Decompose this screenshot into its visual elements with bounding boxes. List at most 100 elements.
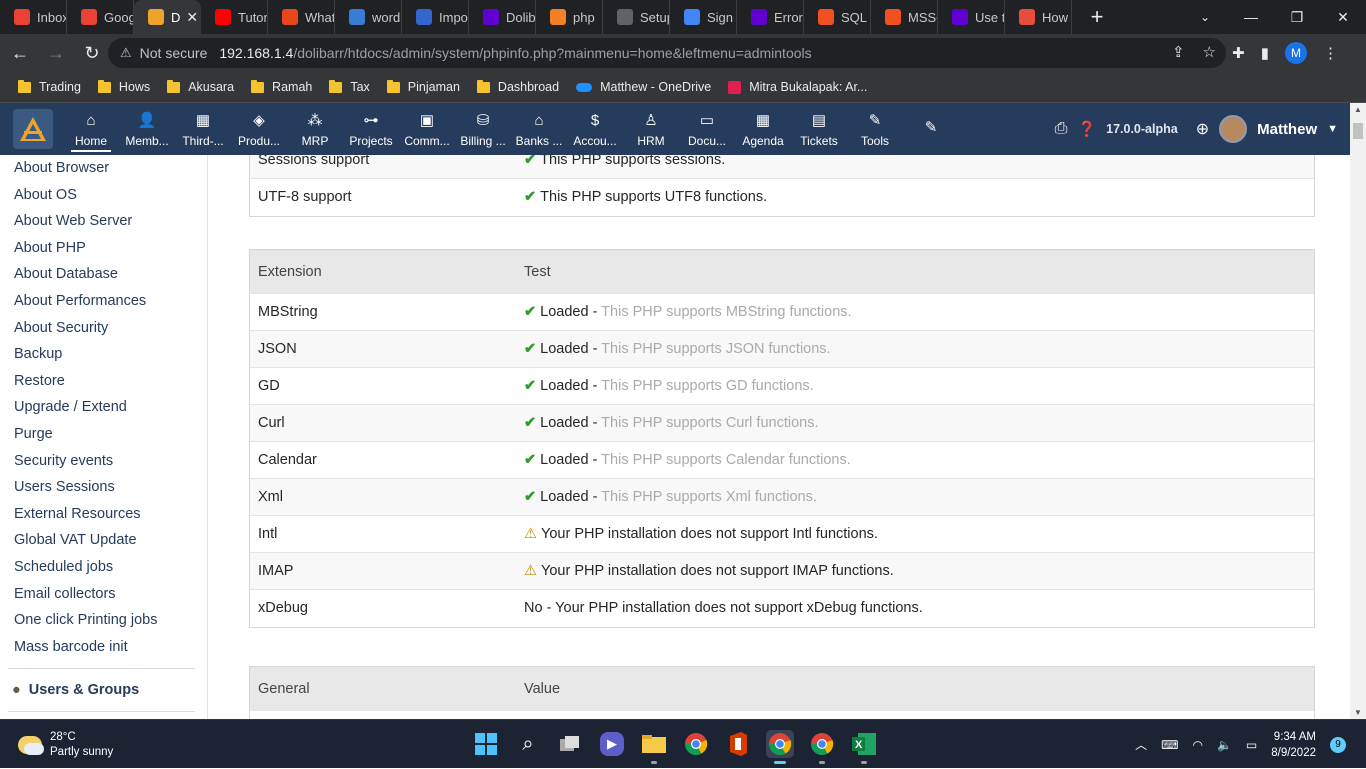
battery-icon[interactable]: ▭ xyxy=(1246,738,1257,752)
notification-badge[interactable]: 9 xyxy=(1330,736,1346,753)
scrollbar-thumb[interactable] xyxy=(1353,123,1363,139)
browser-tab[interactable]: Error xyxy=(737,0,804,34)
sidebar-item[interactable]: About Browser xyxy=(0,155,207,182)
sidebar-item[interactable]: About PHP xyxy=(0,235,207,262)
office-icon[interactable] xyxy=(724,730,752,758)
side-panel-icon[interactable]: ▮ xyxy=(1261,44,1269,62)
page-scrollbar[interactable]: ▲ ▼ xyxy=(1350,103,1366,719)
browser-menu-icon[interactable]: ⋮ xyxy=(1323,44,1338,62)
bookmark-item[interactable]: Dashbroad xyxy=(476,79,559,94)
chrome-profile-icon[interactable] xyxy=(808,730,836,764)
bookmark-item[interactable]: Ramah xyxy=(251,79,312,94)
sidebar-item[interactable]: Scheduled jobs xyxy=(0,554,207,581)
reload-button[interactable]: ↻ xyxy=(76,37,108,69)
bookmark-star-icon[interactable]: ☆ xyxy=(1203,43,1216,61)
user-avatar[interactable] xyxy=(1219,115,1248,143)
sidebar-item[interactable]: Users Sessions xyxy=(0,474,207,501)
sidebar-item[interactable]: Security events xyxy=(0,448,207,475)
extensions-puzzle-icon[interactable]: ✚ xyxy=(1232,44,1245,62)
sidebar-item[interactable]: About Security xyxy=(0,315,207,342)
chevron-down-icon[interactable]: ▼ xyxy=(1327,123,1338,135)
top-menu-item[interactable]: ◈ Produ... xyxy=(231,103,287,155)
tab-search-chevron-icon[interactable]: ⌄ xyxy=(1190,0,1220,34)
sidebar-item[interactable]: Restore xyxy=(0,368,207,395)
close-tab-icon[interactable]: ✕ xyxy=(186,9,198,26)
minimize-button[interactable]: — xyxy=(1228,0,1274,34)
browser-tab[interactable]: Inbox xyxy=(0,0,67,34)
sidebar-item[interactable]: Email collectors xyxy=(0,581,207,608)
browser-tab[interactable]: What xyxy=(268,0,335,34)
top-menu-item[interactable]: ✎ xyxy=(903,103,959,155)
sidebar-item[interactable]: About Performances xyxy=(0,288,207,315)
browser-tab[interactable]: SQL S xyxy=(804,0,871,34)
sidebar-item[interactable]: Mass barcode init xyxy=(0,634,207,661)
top-menu-item[interactable]: ⊶ Projects xyxy=(343,103,399,155)
url-bar[interactable]: ⚠ Not secure 192.168.1.4/dolibarr/htdocs… xyxy=(108,38,1226,68)
user-name[interactable]: Matthew xyxy=(1257,121,1317,138)
bookmark-item[interactable]: Trading xyxy=(18,79,81,94)
teams-chat-icon[interactable]: ▶ xyxy=(600,732,624,756)
sidebar-item[interactable]: Backup xyxy=(0,341,207,368)
back-button[interactable]: ← xyxy=(4,37,36,69)
top-menu-item[interactable]: ▦ Agenda xyxy=(735,103,791,155)
volume-icon[interactable]: 🔈 xyxy=(1217,738,1232,752)
weather-widget[interactable]: 28°C Partly sunny xyxy=(18,730,113,760)
chrome-profile-m-icon[interactable] xyxy=(766,730,794,764)
scroll-up-icon[interactable]: ▲ xyxy=(1354,105,1362,114)
browser-tab[interactable]: Goog xyxy=(67,0,134,34)
file-explorer-icon[interactable] xyxy=(640,730,668,764)
top-menu-item[interactable]: ▣ Comm... xyxy=(399,103,455,155)
sidebar-item[interactable]: About OS xyxy=(0,182,207,209)
top-menu-item[interactable]: ▦ Third-... xyxy=(175,103,231,155)
top-menu-item[interactable]: ⌂ Home xyxy=(63,103,119,155)
sidebar-item[interactable]: Purge xyxy=(0,421,207,448)
browser-tab[interactable]: Tutor xyxy=(201,0,268,34)
scroll-down-icon[interactable]: ▼ xyxy=(1354,708,1362,717)
forward-button[interactable]: → xyxy=(40,37,72,69)
browser-tab[interactable]: Dolib xyxy=(469,0,536,34)
bookmark-item[interactable]: Hows xyxy=(97,79,150,94)
browser-tab[interactable]: D ✕ xyxy=(134,0,201,34)
browser-tab[interactable]: How xyxy=(1005,0,1072,34)
top-menu-item[interactable]: ▭ Docu... xyxy=(679,103,735,155)
top-menu-item[interactable]: ⌂ Banks ... xyxy=(511,103,567,155)
browser-tab[interactable]: Setup xyxy=(603,0,670,34)
sidebar-item[interactable]: External Resources xyxy=(0,501,207,528)
windows-start-icon[interactable] xyxy=(472,730,500,758)
bookmark-item[interactable]: Matthew - OneDrive xyxy=(576,80,711,94)
sidebar-item[interactable]: Upgrade / Extend xyxy=(0,394,207,421)
dolibarr-logo[interactable] xyxy=(13,109,53,149)
bookmark-item[interactable]: Akusara xyxy=(167,79,234,94)
sidebar-item[interactable]: About Database xyxy=(0,261,207,288)
wifi-icon[interactable]: ◠ xyxy=(1192,738,1202,752)
bookmark-item[interactable]: Tax xyxy=(329,79,370,94)
close-window-button[interactable]: ✕ xyxy=(1320,0,1366,34)
share-icon[interactable]: ⇪ xyxy=(1172,43,1185,61)
top-menu-item[interactable]: ▤ Tickets xyxy=(791,103,847,155)
sidebar-group-users[interactable]: ● Users & Groups xyxy=(0,677,207,703)
browser-tab[interactable]: Use t xyxy=(938,0,1005,34)
sidebar-item[interactable]: One click Printing jobs xyxy=(0,607,207,634)
browser-tab[interactable]: php xyxy=(536,0,603,34)
top-menu-item[interactable]: $ Accou... xyxy=(567,103,623,155)
show-hidden-icons-chevron[interactable]: ︿ xyxy=(1135,736,1147,753)
quick-add-icon[interactable]: ⊕ xyxy=(1196,119,1209,139)
top-menu-item[interactable]: ⛁ Billing ... xyxy=(455,103,511,155)
chrome-icon[interactable] xyxy=(682,730,710,758)
warning-icon[interactable]: ⚠ xyxy=(120,45,132,61)
sidebar-item[interactable]: About Web Server xyxy=(0,208,207,235)
top-menu-item[interactable]: ♙ HRM xyxy=(623,103,679,155)
browser-tab[interactable]: Sign xyxy=(670,0,737,34)
sidebar-item[interactable]: Global VAT Update xyxy=(0,527,207,554)
url-text[interactable]: 192.168.1.4/dolibarr/htdocs/admin/system… xyxy=(219,45,811,61)
top-menu-item[interactable]: ⁂ MRP xyxy=(287,103,343,155)
new-tab-button[interactable]: + xyxy=(1082,4,1112,30)
keyboard-icon[interactable]: ⌨ xyxy=(1161,738,1178,752)
task-view-icon[interactable] xyxy=(556,730,584,758)
top-menu-item[interactable]: ✎ Tools xyxy=(847,103,903,155)
browser-tab[interactable]: word xyxy=(335,0,402,34)
browser-tab[interactable]: MSSQ xyxy=(871,0,938,34)
search-icon[interactable]: ⌕ xyxy=(514,730,542,758)
print-icon[interactable]: ⎙ xyxy=(1055,120,1068,138)
restore-button[interactable]: ❐ xyxy=(1274,0,1320,34)
